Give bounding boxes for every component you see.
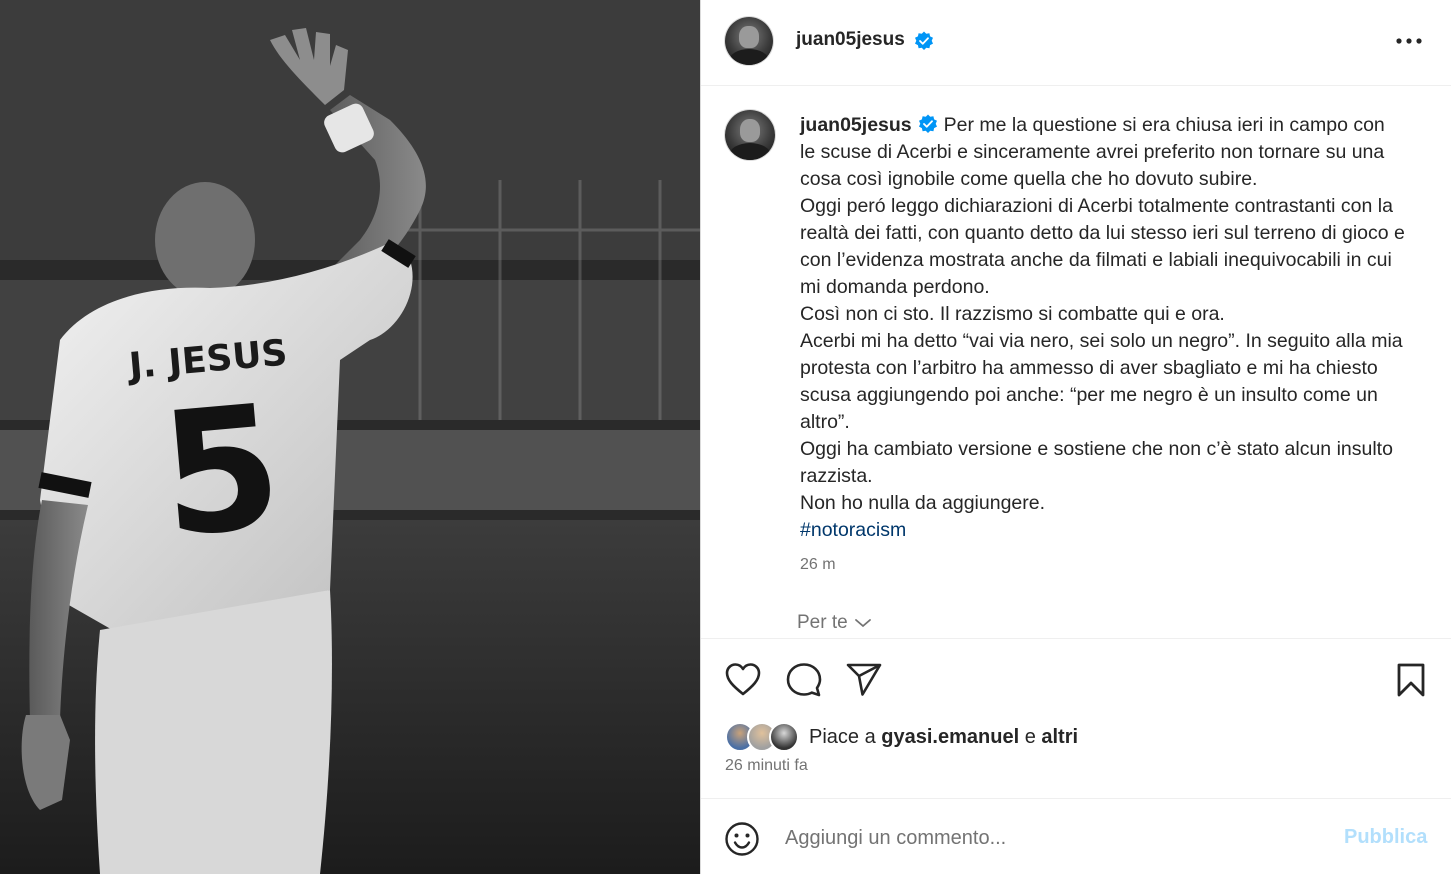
- verified-badge-icon: [915, 31, 933, 50]
- caption-area: juan05jesus Per me la questione si era ch…: [701, 87, 1451, 639]
- heart-icon[interactable]: [723, 660, 763, 700]
- comment-bar: Pubblica: [701, 798, 1451, 874]
- hashtag-link[interactable]: #notoracism: [800, 519, 906, 541]
- likes-conjunction: e: [1024, 725, 1036, 748]
- post-photo[interactable]: J. JESUS 5: [0, 0, 700, 874]
- comment-input[interactable]: [785, 821, 1305, 855]
- likes-others-link[interactable]: altri: [1041, 726, 1078, 748]
- per-te-dropdown[interactable]: Per te: [797, 612, 872, 634]
- caption-paragraph: Oggi ha cambiato versione e sostiene che…: [800, 438, 1393, 487]
- caption-timestamp[interactable]: 26 m: [800, 556, 836, 574]
- more-options-icon[interactable]: [1395, 30, 1423, 52]
- caption-author-avatar[interactable]: [725, 110, 775, 160]
- liker-avatar[interactable]: [769, 722, 799, 752]
- header-username[interactable]: juan05jesus: [796, 29, 905, 51]
- publish-button[interactable]: Pubblica: [1344, 826, 1427, 849]
- comment-bubble-icon[interactable]: [784, 660, 824, 700]
- likes-summary: Piace a gyasi.emanuel e altri: [725, 720, 1078, 754]
- caption-paragraph: Non ho nulla da aggiungere.: [800, 492, 1046, 514]
- caption-username[interactable]: juan05jesus: [800, 114, 912, 136]
- chevron-down-icon: [854, 619, 871, 628]
- verified-badge-icon: [918, 114, 937, 133]
- action-bar: [701, 652, 1451, 708]
- jersey-number-text: 5: [154, 368, 289, 576]
- caption-paragraph: Così non ci sto. Il razzismo si combatte…: [800, 303, 1225, 325]
- player-photo-illustration: J. JESUS 5: [0, 0, 700, 874]
- emoji-smile-icon[interactable]: [724, 821, 760, 857]
- caption-hashtag-line: #notoracism: [800, 517, 1405, 544]
- bookmark-icon[interactable]: [1391, 660, 1431, 700]
- post-timestamp[interactable]: 26 minuti fa: [725, 757, 808, 775]
- likes-text: Piace a gyasi.emanuel e altri: [809, 726, 1078, 749]
- likes-prefix: Piace a: [809, 725, 876, 748]
- author-avatar[interactable]: [725, 17, 773, 65]
- post-caption: juan05jesus Per me la questione si era ch…: [800, 112, 1405, 544]
- paper-plane-icon[interactable]: [844, 660, 884, 700]
- caption-paragraph: Acerbi mi ha detto “vai via nero, sei so…: [800, 330, 1403, 433]
- avatar-shoulders: [729, 143, 771, 160]
- instagram-post: J. JESUS 5 juan05jesus juan05jesus Per m…: [0, 0, 1451, 874]
- caption-paragraph: Oggi peró leggo dichiarazioni di Acerbi …: [800, 195, 1405, 298]
- caption-paragraph: juan05jesus Per me la questione si era ch…: [800, 112, 1405, 193]
- liker-username[interactable]: gyasi.emanuel: [881, 726, 1019, 748]
- avatar-face: [740, 119, 760, 142]
- per-te-label: Per te: [797, 612, 848, 633]
- post-side-panel: juan05jesus juan05jesus Per me la questio…: [700, 0, 1451, 874]
- avatar-face: [739, 25, 759, 48]
- avatar-shoulders: [728, 48, 770, 65]
- post-header: juan05jesus: [701, 0, 1451, 86]
